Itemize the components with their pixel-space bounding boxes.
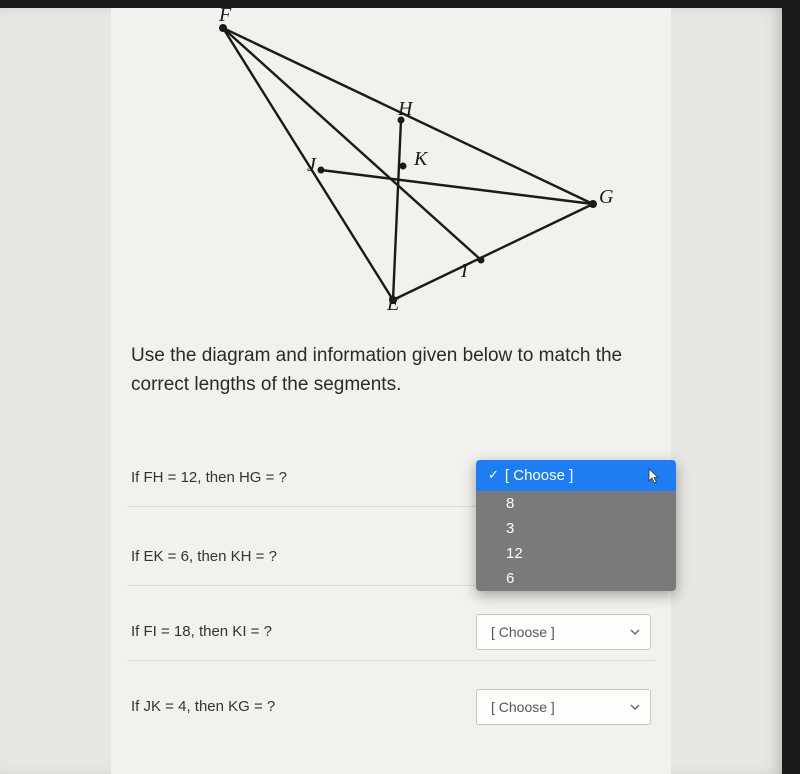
dropdown-selected-option[interactable]: ✓ [ Choose ] [476, 460, 676, 491]
question-content: F H K G I J E Use the diagram and inform… [111, 8, 671, 774]
dropdown-option[interactable]: 12 [476, 541, 676, 566]
dropdown-selected-label: [ Choose ] [505, 467, 573, 484]
dropdown-option[interactable]: 6 [476, 566, 676, 591]
instructions-text: Use the diagram and information given be… [131, 341, 651, 400]
chevron-down-icon [630, 627, 640, 637]
dropdown-options-list: 8 3 12 6 [476, 491, 676, 591]
select-placeholder: [ Choose ] [491, 699, 555, 715]
answer-select-3[interactable]: [ Choose ] [476, 689, 651, 725]
vertex-label-f: F [219, 4, 231, 27]
match-row-0: If FH = 12, then HG = ? ✓ [ Choose ] 8 [127, 450, 655, 507]
vertex-label-k: K [414, 148, 427, 171]
answer-select-2[interactable]: [ Choose ] [476, 614, 651, 650]
dropdown-option[interactable]: 8 [476, 491, 676, 516]
vertex-label-e: E [387, 293, 399, 316]
vertex-label-i: I [461, 260, 468, 283]
vertex-label-g: G [599, 186, 613, 209]
prompt-text: If JK = 4, then KG = ? [131, 698, 464, 715]
screen-frame: F H K G I J E Use the diagram and inform… [0, 0, 800, 774]
chevron-down-icon [630, 702, 640, 712]
select-placeholder: [ Choose ] [491, 624, 555, 640]
cursor-icon [648, 468, 662, 488]
geometry-diagram: F H K G I J E [161, 8, 621, 323]
vertex-label-j: J [307, 154, 316, 177]
prompt-text: If FH = 12, then HG = ? [131, 469, 464, 486]
dropdown-menu[interactable]: ✓ [ Choose ] 8 3 12 6 [476, 460, 676, 591]
vertex-label-h: H [398, 98, 412, 121]
triangle-svg [161, 8, 621, 323]
dropdown-option[interactable]: 3 [476, 516, 676, 541]
match-row-3: If JK = 4, then KG = ? [ Choose ] [127, 679, 655, 735]
match-row-2: If FI = 18, then KI = ? [ Choose ] [127, 604, 655, 661]
prompt-text: If EK = 6, then KH = ? [131, 548, 464, 565]
page-surface: F H K G I J E Use the diagram and inform… [0, 8, 782, 774]
check-icon: ✓ [488, 467, 499, 483]
prompt-text: If FI = 18, then KI = ? [131, 623, 464, 640]
answer-select-0[interactable]: ✓ [ Choose ] 8 3 12 6 [476, 460, 651, 496]
